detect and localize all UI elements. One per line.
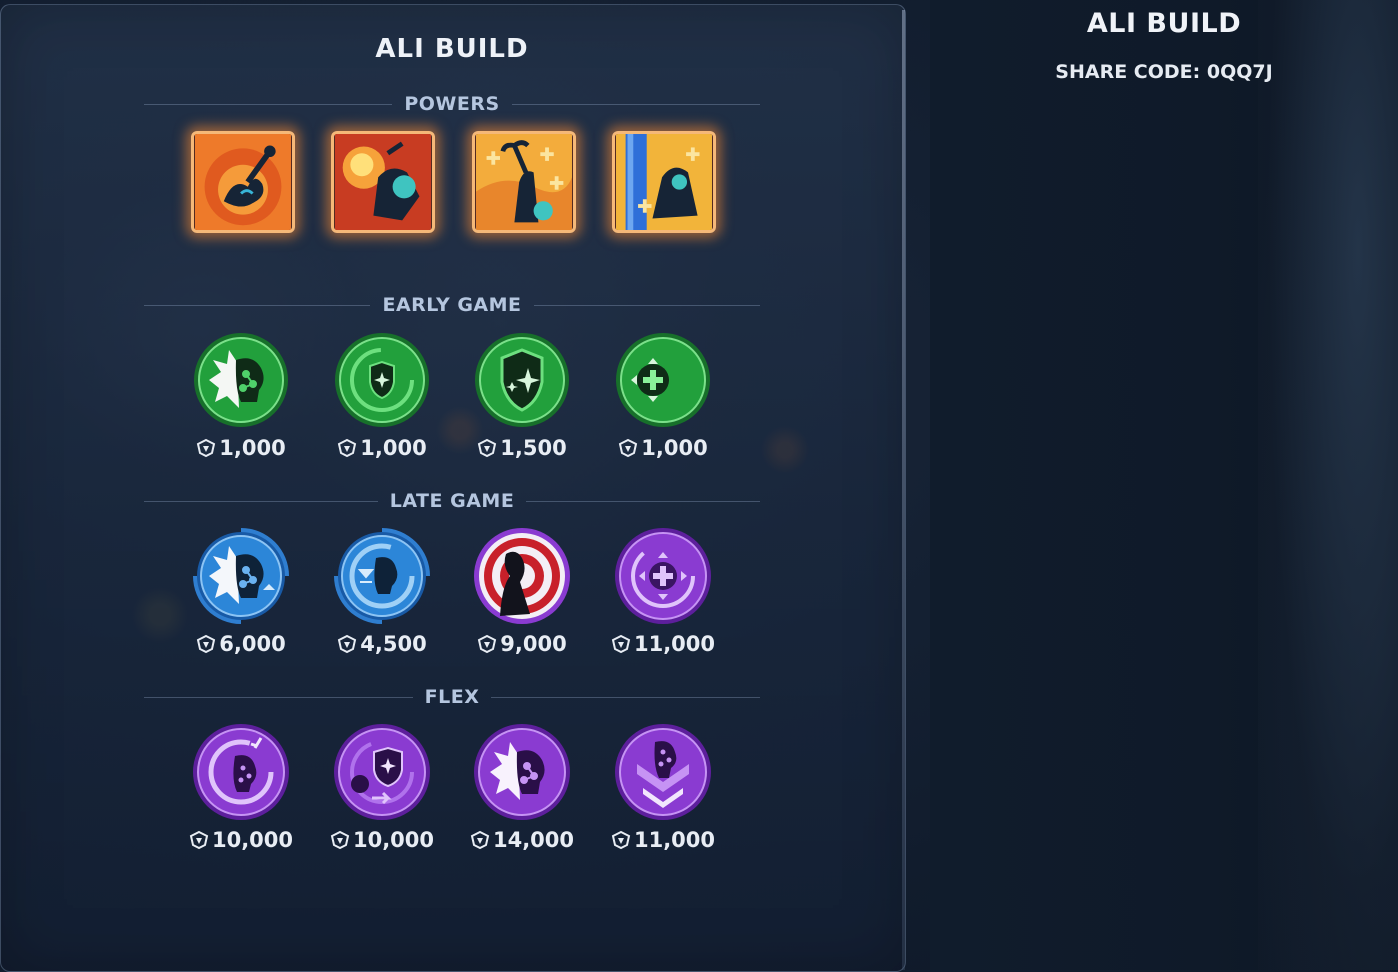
- stadium-cash-icon: [478, 634, 497, 654]
- flex-item-1-cost: 10,000: [171, 828, 311, 852]
- stadium-cash-icon: [189, 830, 209, 850]
- flex-item-3-cost: 14,000: [452, 828, 592, 852]
- early-item-4-cost: 1,000: [593, 436, 733, 460]
- stadium-cash-icon: [619, 438, 638, 458]
- stadium-cash-icon: [470, 830, 490, 850]
- ability-cooldown-icon: [193, 724, 289, 820]
- cost-value: 1,000: [641, 436, 708, 460]
- cost-value: 1,000: [360, 436, 427, 460]
- divider: [144, 103, 393, 105]
- flex-item-2-cost: 10,000: [312, 828, 452, 852]
- divider: [491, 696, 760, 698]
- cost-value: 6,000: [219, 632, 286, 656]
- divider: [144, 500, 378, 502]
- flex-item-2[interactable]: [332, 722, 432, 822]
- power-barrier-icon: [616, 134, 712, 230]
- hero-target-icon: [474, 528, 570, 624]
- late-item-1[interactable]: [191, 526, 291, 626]
- power-slot-2[interactable]: [331, 131, 435, 233]
- ability-burst-icon: [193, 528, 289, 624]
- power-slot-1[interactable]: [191, 131, 295, 233]
- cost-value: 10,000: [211, 828, 294, 852]
- section-late-game-label: LATE GAME: [389, 490, 515, 512]
- early-item-1-cost: 1,000: [171, 436, 311, 460]
- late-item-4-cost: 11,000: [593, 632, 733, 656]
- power-slot-4[interactable]: [612, 131, 716, 233]
- late-item-4[interactable]: [613, 526, 713, 626]
- flex-item-4[interactable]: [613, 722, 713, 822]
- section-flex: FLEX: [144, 685, 760, 709]
- divider: [144, 304, 371, 306]
- share-build-title: ALI BUILD: [1086, 8, 1242, 39]
- shield-sparkle-icon: [475, 333, 569, 427]
- cost-value: 11,000: [633, 632, 716, 656]
- share-area: [930, 0, 1398, 970]
- hero-silhouette: [1258, 0, 1398, 970]
- ability-cooldown-icon: [334, 528, 430, 624]
- ability-burst-icon: [194, 333, 288, 427]
- divider: [533, 304, 760, 306]
- divider: [511, 103, 761, 105]
- cost-value: 4,500: [360, 632, 427, 656]
- section-late-game: LATE GAME: [144, 489, 761, 513]
- section-early-game-label: EARLY GAME: [382, 294, 522, 316]
- cost-value: 1,500: [500, 436, 567, 460]
- stadium-cash-icon: [611, 830, 631, 850]
- ability-burst-icon: [474, 724, 570, 820]
- share-code[interactable]: SHARE CODE: 0QQ7J: [930, 61, 1398, 83]
- cost-value: 14,000: [492, 828, 575, 852]
- stadium-cash-icon: [478, 438, 497, 458]
- shield-cooldown-icon: [335, 333, 429, 427]
- ability-down-icon: [615, 724, 711, 820]
- early-item-2[interactable]: [332, 330, 432, 430]
- power-ground-slam-icon: [195, 134, 291, 230]
- build-title: ALI BUILD: [375, 34, 529, 64]
- power-slot-3[interactable]: [472, 131, 576, 233]
- late-item-3[interactable]: [472, 526, 572, 626]
- stadium-cash-icon: [338, 438, 357, 458]
- divider: [144, 696, 413, 698]
- cost-value: 1,000: [219, 436, 286, 460]
- section-powers: POWERS: [144, 92, 761, 116]
- panel-scroll-edge[interactable]: [902, 10, 905, 970]
- late-item-3-cost: 9,000: [452, 632, 592, 656]
- divider: [526, 500, 761, 502]
- early-item-3-cost: 1,500: [452, 436, 592, 460]
- early-item-2-cost: 1,000: [312, 436, 452, 460]
- flex-item-4-cost: 11,000: [593, 828, 733, 852]
- power-fire-blast-icon: [335, 134, 431, 230]
- healing-crosshair-icon: [616, 333, 710, 427]
- stadium-cash-icon: [197, 634, 216, 654]
- power-healing-strike-icon: [476, 134, 572, 230]
- early-item-1[interactable]: [191, 330, 291, 430]
- stadium-cash-icon: [338, 634, 357, 654]
- section-powers-label: POWERS: [404, 93, 500, 115]
- section-flex-label: FLEX: [424, 686, 480, 708]
- flex-item-1[interactable]: [191, 722, 291, 822]
- cost-value: 10,000: [352, 828, 435, 852]
- cost-value: 9,000: [500, 632, 567, 656]
- late-item-1-cost: 6,000: [171, 632, 311, 656]
- flex-item-3[interactable]: [472, 722, 572, 822]
- section-early-game: EARLY GAME: [144, 293, 760, 317]
- stadium-cash-icon: [611, 634, 631, 654]
- shield-cooldown-icon: [334, 724, 430, 820]
- late-item-2-cost: 4,500: [312, 632, 452, 656]
- build-panel: [0, 4, 906, 972]
- early-item-3[interactable]: [472, 330, 572, 430]
- stadium-cash-icon: [330, 830, 350, 850]
- healing-crosshair-icon: [615, 528, 711, 624]
- early-item-4[interactable]: [613, 330, 713, 430]
- stadium-cash-icon: [197, 438, 216, 458]
- late-item-2[interactable]: [332, 526, 432, 626]
- cost-value: 11,000: [633, 828, 716, 852]
